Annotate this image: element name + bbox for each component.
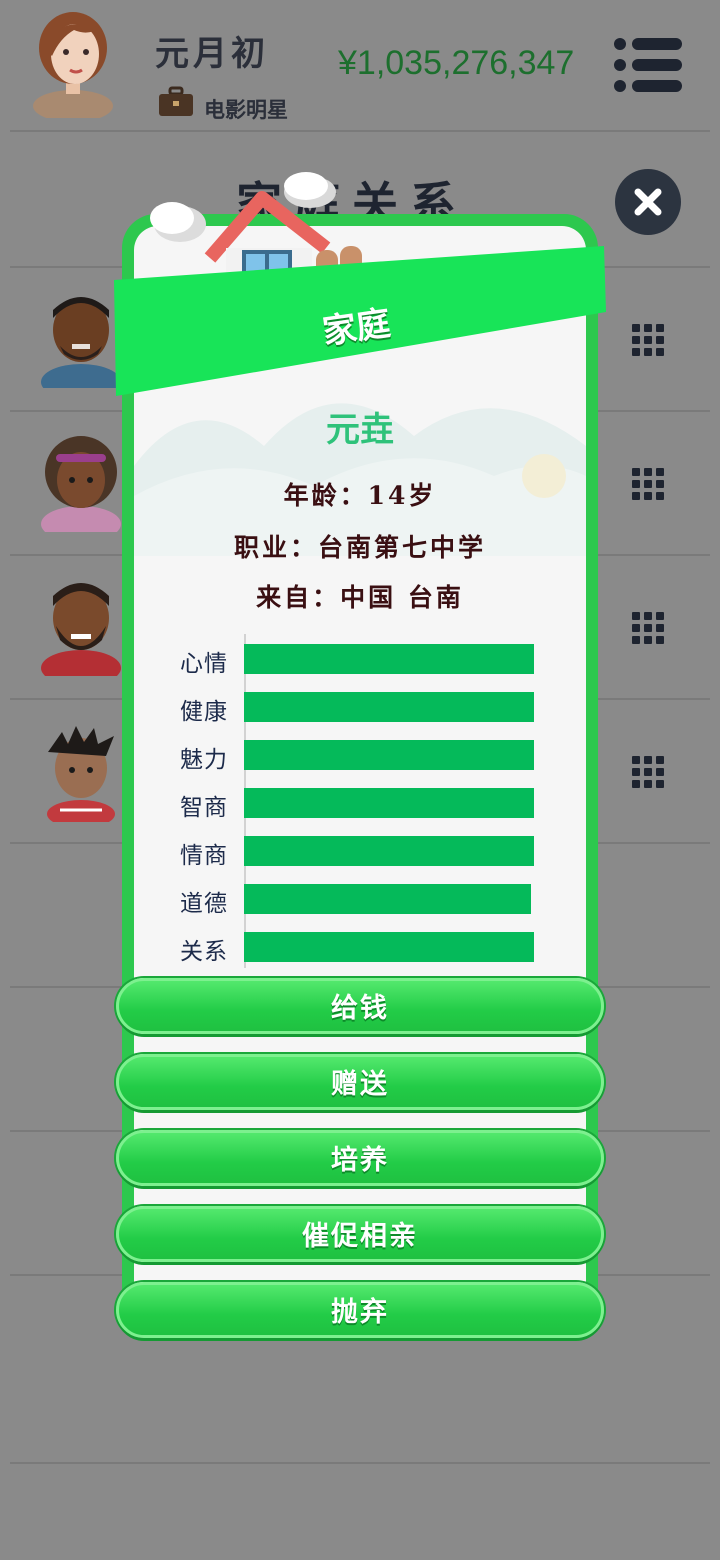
banner-title: 家庭: [320, 303, 393, 353]
stat-row-morality: 道德: [180, 882, 540, 917]
stat-label: 心情: [180, 651, 228, 677]
stat-fill: [244, 740, 534, 770]
stat-label: 魅力: [180, 747, 228, 773]
stat-bar: [244, 836, 534, 866]
relative-avatar[interactable]: [38, 722, 124, 822]
briefcase-icon: [159, 86, 193, 116]
divider: [10, 130, 710, 132]
stat-label: 情商: [180, 843, 228, 869]
age-line: 年龄：14岁: [283, 481, 437, 510]
stat-row-health: 健康: [180, 690, 540, 725]
nurture-button[interactable]: 培养: [116, 1130, 604, 1186]
grid-icon[interactable]: [630, 322, 666, 358]
stat-row-charm: 魅力: [180, 738, 540, 773]
menu-icon[interactable]: [612, 36, 684, 94]
player-avatar[interactable]: [30, 8, 116, 118]
divider: [10, 1462, 710, 1464]
stat-fill: [244, 644, 534, 674]
stat-fill: [244, 884, 532, 914]
stat-row-relation: 关系: [180, 930, 540, 965]
stat-fill: [244, 932, 534, 962]
stat-bar: [244, 884, 534, 914]
stat-label: 道德: [180, 891, 228, 917]
banner-ribbon: [114, 246, 606, 396]
stat-row-eq: 情商: [180, 834, 540, 869]
money-display: ¥1,035,276,347: [338, 44, 575, 82]
stat-row-mood: 心情: [180, 642, 540, 677]
player-name: 元月初: [155, 34, 269, 74]
player-job: 电影明星: [204, 97, 288, 122]
stat-row-iq: 智商: [180, 786, 540, 821]
grid-icon[interactable]: [630, 754, 666, 790]
stat-bar: [244, 740, 534, 770]
stat-fill: [244, 788, 534, 818]
stat-label: 智商: [180, 795, 228, 821]
top-bar: 元月初 电影明星 ¥1,035,276,347: [0, 0, 720, 132]
give-money-button[interactable]: 给钱: [116, 978, 604, 1034]
stat-bar: [244, 788, 534, 818]
stat-bar: [244, 932, 534, 962]
stat-bar: [244, 692, 534, 722]
origin-line: 来自：中国 台南: [256, 583, 464, 612]
stat-label: 健康: [180, 699, 228, 725]
close-icon[interactable]: [614, 168, 682, 236]
stat-fill: [244, 692, 534, 722]
urge-blind-date-button[interactable]: 催促相亲: [116, 1206, 604, 1262]
person-name: 元垚: [326, 410, 394, 450]
stat-label: 关系: [180, 939, 228, 965]
stat-bar: [244, 644, 534, 674]
job-line: 职业：台南第七中学: [233, 533, 486, 562]
grid-icon[interactable]: [630, 610, 666, 646]
gift-button[interactable]: 赠送: [116, 1054, 604, 1110]
abandon-button[interactable]: 抛弃: [116, 1282, 604, 1338]
stat-fill: [244, 836, 534, 866]
